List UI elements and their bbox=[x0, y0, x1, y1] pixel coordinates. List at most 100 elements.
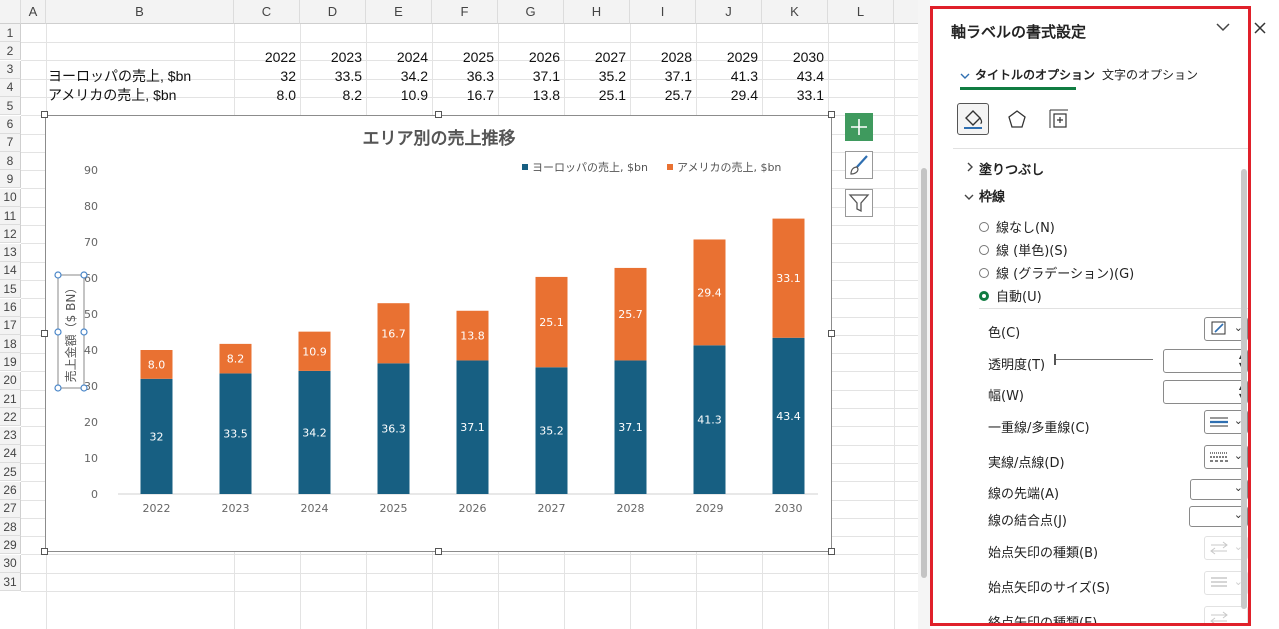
cell-j3[interactable]: 41.3 bbox=[696, 67, 758, 85]
cell-h4[interactable]: 25.1 bbox=[564, 86, 626, 104]
cell-j2[interactable]: 2029 bbox=[696, 48, 758, 66]
y-axis-title-selected[interactable]: 売上金額（$ BN） bbox=[54, 271, 88, 392]
row-header-23[interactable]: 23 bbox=[0, 426, 21, 445]
cell-d2[interactable]: 2023 bbox=[300, 48, 362, 66]
vertical-scrollbar[interactable] bbox=[918, 0, 930, 629]
row-header-21[interactable]: 21 bbox=[0, 390, 21, 408]
data-label[interactable]: 25.1 bbox=[539, 316, 564, 329]
row-header-15[interactable]: 15 bbox=[0, 280, 21, 299]
data-label[interactable]: 16.7 bbox=[381, 327, 406, 340]
column-header-f[interactable]: F bbox=[432, 0, 498, 24]
row-header-3[interactable]: 3 bbox=[0, 60, 21, 79]
y-axis-title[interactable]: 売上金額（$ BN） bbox=[63, 282, 78, 383]
width-input[interactable]: ▲ ▼ bbox=[1163, 380, 1248, 404]
cell-f2[interactable]: 2025 bbox=[432, 48, 494, 66]
chart-resize-handle-tl[interactable] bbox=[41, 111, 48, 118]
row-header-4[interactable]: 4 bbox=[0, 78, 21, 97]
row-header-5[interactable]: 5 bbox=[0, 97, 21, 116]
cell-k2[interactable]: 2030 bbox=[762, 48, 824, 66]
cell-e3[interactable]: 34.2 bbox=[366, 67, 428, 85]
column-header-e[interactable]: E bbox=[366, 0, 432, 24]
data-label[interactable]: 33.1 bbox=[776, 272, 801, 285]
cell-g2[interactable]: 2026 bbox=[498, 48, 560, 66]
row-header-16[interactable]: 16 bbox=[0, 298, 21, 317]
column-header-a[interactable]: A bbox=[21, 0, 46, 24]
data-label[interactable]: 37.1 bbox=[618, 421, 643, 434]
row-header-28[interactable]: 28 bbox=[0, 518, 21, 537]
join-type-dropdown[interactable]: ⌄ bbox=[1189, 506, 1248, 527]
chart-resize-handle-b[interactable] bbox=[435, 548, 442, 555]
column-header-i[interactable]: I bbox=[630, 0, 696, 24]
bar-series[interactable]: 32 8.0 33.5 8.2 34.2 10.9 36.3 16.7 37.1 13.8 35.2… bbox=[140, 218, 805, 494]
data-label[interactable]: 8.0 bbox=[148, 358, 166, 371]
radio-gradient-line-circle[interactable] bbox=[979, 267, 989, 278]
chart-resize-handle-t[interactable] bbox=[435, 111, 442, 118]
cell-j4[interactable]: 29.4 bbox=[696, 86, 758, 104]
data-label[interactable]: 35.2 bbox=[539, 425, 564, 438]
cell-b4[interactable]: アメリカの売上, $bn bbox=[48, 86, 232, 104]
radio-gradient-line[interactable]: 線 (グラデーション)(G) bbox=[979, 263, 1134, 282]
radio-solid-line-circle[interactable] bbox=[979, 244, 989, 255]
effects-button[interactable] bbox=[1001, 103, 1033, 135]
column-header-b[interactable]: B bbox=[46, 0, 234, 24]
row-header-24[interactable]: 24 bbox=[0, 444, 21, 463]
data-label[interactable]: 29.4 bbox=[697, 286, 722, 299]
pane-options-chevron-icon[interactable] bbox=[1215, 21, 1231, 37]
cell-i4[interactable]: 25.7 bbox=[630, 86, 692, 104]
row-header-7[interactable]: 7 bbox=[0, 133, 21, 152]
end-arrow-type-dropdown[interactable] bbox=[1204, 606, 1248, 623]
x-axis[interactable]: 2022 2023 2024 2025 2026 2027 2028 2029 2030 bbox=[143, 502, 803, 515]
size-properties-button[interactable] bbox=[1043, 103, 1075, 135]
cap-type-dropdown[interactable]: ⌄ bbox=[1190, 479, 1248, 500]
tab-title-options[interactable]: タイトルのオプション bbox=[975, 66, 1095, 83]
cell-i2[interactable]: 2028 bbox=[630, 48, 692, 66]
fill-section-header[interactable]: 塗りつぶし bbox=[979, 159, 1044, 178]
cell-i3[interactable]: 37.1 bbox=[630, 67, 692, 85]
row-header-19[interactable]: 19 bbox=[0, 353, 21, 372]
row-header-9[interactable]: 9 bbox=[0, 170, 21, 189]
fill-line-button[interactable] bbox=[957, 103, 989, 135]
pane-scrollbar-thumb[interactable] bbox=[1241, 169, 1247, 609]
data-label[interactable]: 41.3 bbox=[697, 414, 722, 427]
data-label[interactable]: 34.2 bbox=[302, 426, 327, 439]
chart-title[interactable]: エリア別の売上推移 bbox=[363, 128, 516, 149]
transparency-slider[interactable] bbox=[1055, 359, 1153, 360]
row-header-14[interactable]: 14 bbox=[0, 261, 21, 280]
cell-e4[interactable]: 10.9 bbox=[366, 86, 428, 104]
row-header-6[interactable]: 6 bbox=[0, 115, 21, 134]
close-pane-button[interactable] bbox=[1253, 20, 1267, 40]
transparency-slider-thumb[interactable] bbox=[1054, 354, 1056, 365]
cell-h3[interactable]: 35.2 bbox=[564, 67, 626, 85]
row-header-29[interactable]: 29 bbox=[0, 536, 21, 555]
row-header-13[interactable]: 13 bbox=[0, 243, 21, 262]
data-label[interactable]: 36.3 bbox=[381, 423, 406, 436]
row-header-1[interactable]: 1 bbox=[0, 24, 21, 42]
cell-g3[interactable]: 37.1 bbox=[498, 67, 560, 85]
data-label[interactable]: 13.8 bbox=[460, 330, 485, 343]
column-header-c[interactable]: C bbox=[234, 0, 300, 24]
row-header-2[interactable]: 2 bbox=[0, 42, 21, 61]
cell-d3[interactable]: 33.5 bbox=[300, 67, 362, 85]
cell-b3[interactable]: ヨーロッパの売上, $bn bbox=[48, 67, 232, 85]
row-header-10[interactable]: 10 bbox=[0, 188, 21, 207]
chart-resize-handle-r[interactable] bbox=[828, 330, 835, 337]
radio-no-line[interactable]: 線なし(N) bbox=[979, 217, 1055, 236]
border-collapse-chevron-icon[interactable] bbox=[964, 189, 974, 205]
row-header-18[interactable]: 18 bbox=[0, 335, 21, 354]
column-header-d[interactable]: D bbox=[300, 0, 366, 24]
spreadsheet-grid[interactable]: A B C D E F G H I J K L 1 2 3 4 5 6 7 8 9 10 11 12 1… bbox=[0, 0, 918, 629]
chart-resize-handle-br[interactable] bbox=[828, 548, 835, 555]
cell-c2[interactable]: 2022 bbox=[234, 48, 296, 66]
cell-c4[interactable]: 8.0 bbox=[234, 86, 296, 104]
row-header-25[interactable]: 25 bbox=[0, 463, 21, 482]
radio-solid-line[interactable]: 線 (単色)(S) bbox=[979, 240, 1068, 259]
column-header-h[interactable]: H bbox=[564, 0, 630, 24]
column-header-k[interactable]: K bbox=[762, 0, 828, 24]
radio-automatic[interactable]: 自動(U) bbox=[979, 286, 1042, 305]
cell-k4[interactable]: 33.1 bbox=[762, 86, 824, 104]
data-label[interactable]: 8.2 bbox=[227, 353, 245, 366]
data-label[interactable]: 32 bbox=[150, 430, 164, 443]
format-axis-title-pane[interactable]: 軸ラベルの書式設定 タイトルのオプション 文字のオプション 塗りつぶし 枠線 線… bbox=[930, 6, 1251, 626]
chart-resize-handle-bl[interactable] bbox=[41, 548, 48, 555]
cell-h2[interactable]: 2027 bbox=[564, 48, 626, 66]
